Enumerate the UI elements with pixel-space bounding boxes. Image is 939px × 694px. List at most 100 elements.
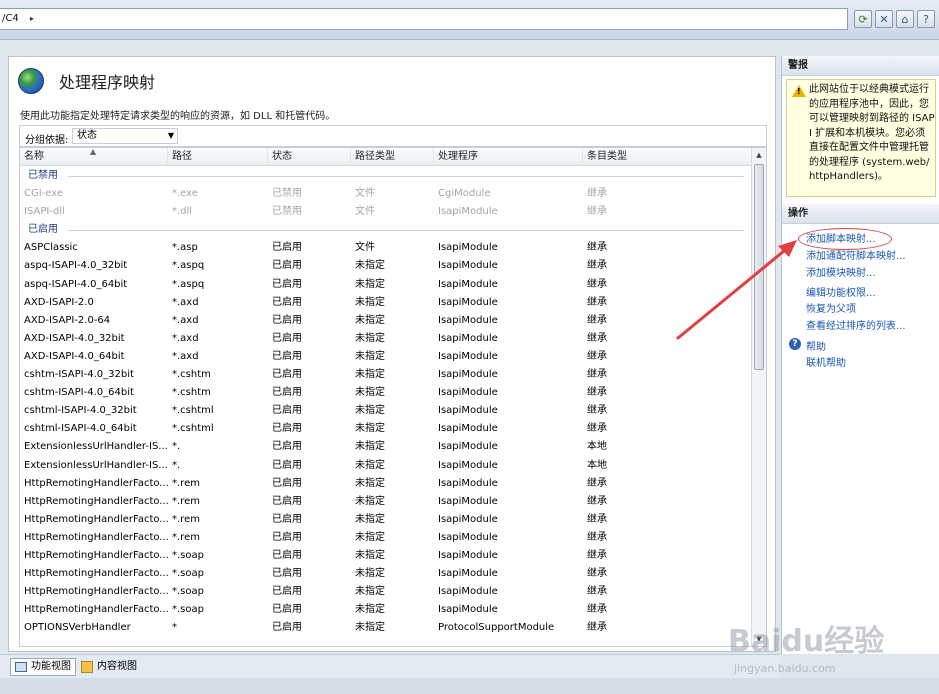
table-cell: 未指定: [355, 350, 385, 362]
table-row[interactable]: cshtm-ISAPI-4.0_64bit *.cshtm 已启用 未指定 IsapiM…: [20, 384, 752, 402]
table-cell: 继承: [587, 188, 607, 200]
column-header-label: 名称: [24, 151, 44, 162]
column-header-path-type[interactable]: 路径类型: [351, 148, 434, 166]
table-row[interactable]: ISAPI-dll *.dll 已禁用 文件 IsapiModule 继承: [20, 203, 752, 221]
breadcrumb-chevron-icon[interactable]: ▸: [30, 14, 34, 23]
features-view-icon: [15, 662, 27, 672]
column-header-path[interactable]: 路径: [168, 148, 268, 166]
table-cell: *.exe: [172, 188, 198, 200]
table-row[interactable]: HttpRemotingHandlerFacto... *.soap 已启用 未指定 I…: [20, 547, 752, 565]
table-cell: 已启用: [272, 369, 302, 381]
table-cell: *.soap: [172, 568, 204, 580]
table-cell: 继承: [587, 332, 607, 344]
table-cell: IsapiModule: [438, 332, 498, 344]
table-cell: *.soap: [172, 549, 204, 561]
table-cell: 继承: [587, 314, 607, 326]
table-cell: IsapiModule: [438, 604, 498, 616]
refresh-icon[interactable]: ⟳: [854, 10, 872, 28]
action-edit-feature-permissions[interactable]: 编辑功能权限...: [806, 284, 876, 299]
table-cell: *.cshtml: [172, 423, 214, 435]
watermark: Baidu经验 jingyan.baidu.com: [724, 612, 934, 682]
table-row[interactable]: OPTIONSVerbHandler * 已启用 未指定 ProtocolSupport…: [20, 619, 752, 637]
table-row[interactable]: HttpRemotingHandlerFacto... *.soap 已启用 未指定 I…: [20, 565, 752, 583]
table-cell: 未指定: [355, 278, 385, 290]
group-by-select[interactable]: 状态 ▼: [72, 128, 178, 144]
table-row[interactable]: aspq-ISAPI-4.0_32bit *.aspq 已启用 未指定 IsapiMod…: [20, 257, 752, 275]
table-row[interactable]: AXD-ISAPI-4.0_64bit *.axd 已启用 未指定 IsapiModul…: [20, 348, 752, 366]
table-row[interactable]: aspq-ISAPI-4.0_64bit *.aspq 已启用 未指定 IsapiMod…: [20, 276, 752, 294]
column-header-entry-type[interactable]: 条目类型: [583, 148, 752, 166]
help-icon[interactable]: ?: [917, 10, 935, 28]
table-row[interactable]: cshtml-ISAPI-4.0_64bit *.cshtml 已启用 未指定 Isap…: [20, 420, 752, 438]
table-row[interactable]: AXD-ISAPI-4.0_32bit *.axd 已启用 未指定 IsapiModul…: [20, 330, 752, 348]
table-cell: cshtml-ISAPI-4.0_32bit: [24, 405, 137, 417]
address-bar-area: /C4 ▸ ⟳ ✕ ⌂ ?: [0, 0, 939, 40]
table-row[interactable]: HttpRemotingHandlerFacto... *.rem 已启用 未指定 Is…: [20, 511, 752, 529]
table-row[interactable]: cshtml-ISAPI-4.0_32bit *.cshtml 已启用 未指定 Isap…: [20, 402, 752, 420]
table-cell: HttpRemotingHandlerFacto...: [24, 586, 168, 598]
table-row[interactable]: HttpRemotingHandlerFacto... *.rem 已启用 未指定 Is…: [20, 475, 752, 493]
table-cell: 已启用: [272, 459, 302, 471]
group-by-label: 分组依据:: [25, 135, 69, 146]
group-header[interactable]: 已启用: [20, 221, 752, 239]
table-cell: 未指定: [355, 314, 385, 326]
table-cell: *.aspq: [172, 278, 205, 290]
actions-header: 操作: [782, 204, 939, 224]
table-cell: 未指定: [355, 586, 385, 598]
action-revert-to-parent[interactable]: 恢复为父项: [806, 300, 856, 315]
table-cell: 已启用: [272, 531, 302, 543]
table-cell: *.aspq: [172, 260, 205, 272]
action-view-ordered-list[interactable]: 查看经过排序的列表...: [806, 317, 906, 332]
table-cell: 未指定: [355, 477, 385, 489]
table-cell: 继承: [587, 495, 607, 507]
action-add-wildcard-script-map[interactable]: 添加通配符脚本映射...: [806, 247, 906, 262]
action-help[interactable]: 帮助: [806, 338, 826, 353]
table-cell: IsapiModule: [438, 495, 498, 507]
scroll-up-icon[interactable]: ▲: [752, 148, 766, 162]
table-row[interactable]: cshtm-ISAPI-4.0_32bit *.cshtm 已启用 未指定 IsapiM…: [20, 366, 752, 384]
column-header-name[interactable]: 名称 ▲: [20, 148, 168, 166]
tab-content-view[interactable]: 内容视图: [76, 658, 142, 676]
table-row[interactable]: HttpRemotingHandlerFacto... *.rem 已启用 未指定 Is…: [20, 493, 752, 511]
action-add-script-map[interactable]: 添加脚本映射...: [806, 230, 876, 245]
address-field[interactable]: /C4 ▸: [0, 8, 848, 30]
home-icon[interactable]: ⌂: [896, 10, 914, 28]
table-cell: HttpRemotingHandlerFacto...: [24, 531, 168, 543]
column-header-state[interactable]: 状态: [268, 148, 351, 166]
table-cell: 未指定: [355, 405, 385, 417]
table-cell: IsapiModule: [438, 369, 498, 381]
table-cell: 已启用: [272, 549, 302, 561]
group-header[interactable]: 已禁用: [20, 167, 752, 185]
table-cell: AXD-ISAPI-4.0_32bit: [24, 332, 125, 344]
table-header: 名称 ▲ 路径 状态 路径类型 处理程序 条目类型: [20, 148, 752, 166]
table-cell: 已启用: [272, 278, 302, 290]
table-row[interactable]: HttpRemotingHandlerFacto... *.soap 已启用 未指定 I…: [20, 601, 752, 619]
tab-label: 功能视图: [31, 661, 71, 672]
table-row[interactable]: ExtensionlessUrlHandler-IS... *. 已启用 未指定 Isa…: [20, 457, 752, 475]
dropdown-arrow-icon[interactable]: ▼: [168, 129, 174, 143]
table-cell: *.soap: [172, 604, 204, 616]
stop-icon[interactable]: ✕: [875, 10, 893, 28]
table-cell: 继承: [587, 477, 607, 489]
table-row[interactable]: ASPClassic *.asp 已启用 文件 IsapiModule 继承: [20, 239, 752, 257]
table-cell: 已启用: [272, 586, 302, 598]
table-cell: IsapiModule: [438, 423, 498, 435]
table-row[interactable]: AXD-ISAPI-2.0 *.axd 已启用 未指定 IsapiModule 继承: [20, 294, 752, 312]
scrollbar-thumb[interactable]: [754, 164, 764, 370]
table-row[interactable]: AXD-ISAPI-2.0-64 *.axd 已启用 未指定 IsapiModule 继承: [20, 312, 752, 330]
table-cell: 已启用: [272, 387, 302, 399]
tab-features-view[interactable]: 功能视图: [10, 658, 76, 676]
column-header-handler[interactable]: 处理程序: [434, 148, 583, 166]
table-row[interactable]: HttpRemotingHandlerFacto... *.soap 已启用 未指定 I…: [20, 583, 752, 601]
vertical-scrollbar[interactable]: ▲ ▼: [751, 148, 766, 646]
table-cell: *.dll: [172, 206, 193, 218]
action-online-help[interactable]: 联机帮助: [806, 354, 846, 369]
table-row[interactable]: CGI-exe *.exe 已禁用 文件 CgiModule 继承: [20, 185, 752, 203]
table-row[interactable]: HttpRemotingHandlerFacto... *.rem 已启用 未指定 Is…: [20, 529, 752, 547]
action-add-module-map[interactable]: 添加模块映射...: [806, 264, 876, 279]
table-cell: 已禁用: [272, 206, 302, 218]
table-cell: AXD-ISAPI-2.0-64: [24, 314, 111, 326]
table-row[interactable]: ExtensionlessUrlHandler-IS... *. 已启用 未指定 Isa…: [20, 438, 752, 456]
address-text: /C4: [2, 13, 19, 24]
table-cell: 文件: [355, 242, 375, 254]
